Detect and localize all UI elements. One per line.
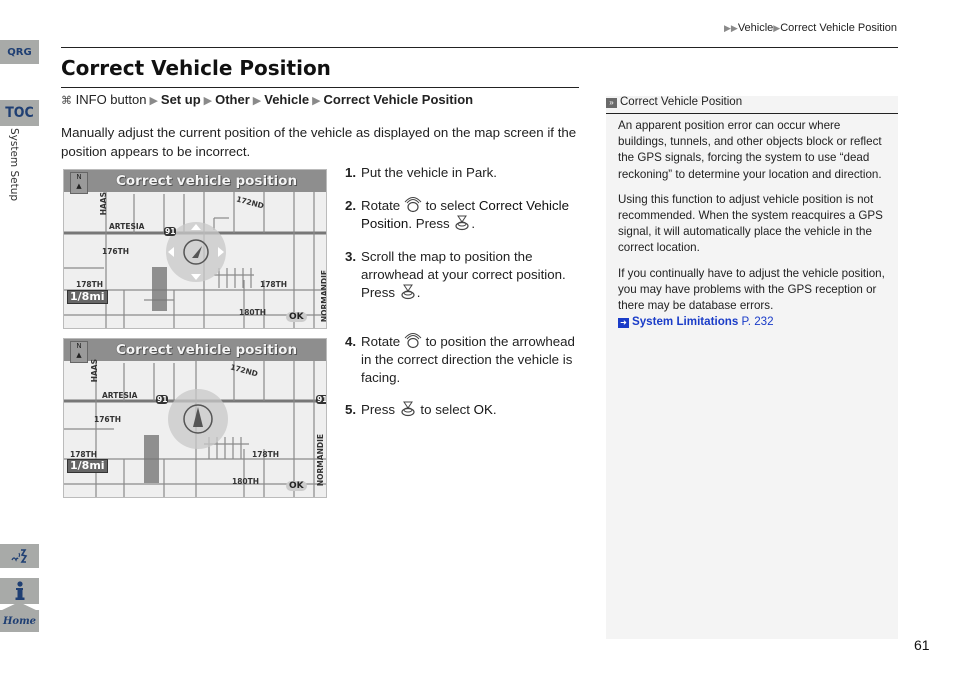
step-number: 3.: [345, 249, 357, 264]
info-tab[interactable]: [0, 578, 39, 604]
map-scale: 1/8mi: [67, 459, 108, 473]
map-street-label: 180TH: [232, 477, 260, 486]
path-arrow-icon: ▶: [203, 95, 213, 107]
title-rule: [61, 87, 579, 88]
step-text: .: [416, 285, 421, 300]
step-text: . Press: [408, 216, 450, 231]
north-compass-icon: N ▲: [70, 341, 88, 363]
toc-label: TOC: [5, 105, 34, 121]
step-text: .: [471, 216, 476, 231]
step-text: to select: [420, 402, 470, 417]
intro-text: Manually adjust the current position of …: [61, 125, 577, 159]
path-item: Vehicle: [264, 92, 310, 107]
interface-dial-rotate-icon: [404, 333, 422, 349]
header-rule: [61, 47, 898, 48]
step-text: .: [492, 402, 497, 417]
step-text: Rotate: [361, 198, 401, 213]
qrg-label: QRG: [7, 46, 32, 58]
route-shield-icon: 91: [156, 395, 169, 404]
step-1: 1. Put the vehicle in Park.: [345, 164, 585, 182]
note-paragraph: If you continually have to adjust the ve…: [618, 266, 885, 313]
home-icon: Home: [2, 615, 37, 627]
step-2: 2. Rotate to select Correct Vehicle Posi…: [345, 197, 585, 233]
map-title: Correct vehicle position: [64, 170, 326, 192]
menu-path: ⌘ INFO button ▶ Set up ▶ Other ▶ Vehicle ▶ Corre…: [61, 92, 473, 107]
voice-command-icon: [10, 549, 27, 563]
link-label: System Limitations: [632, 315, 739, 329]
interface-dial-press-icon: [455, 215, 470, 231]
info-button-icon: ⌘: [61, 95, 72, 107]
step-text: Press: [361, 402, 395, 417]
route-shield-icon: 91: [164, 227, 177, 236]
map-screenshot-rotate: Correct vehicle position N ▲ HAAS ARTESIA…: [63, 338, 327, 498]
note-marker-icon: »: [606, 98, 617, 108]
path-arrow-icon: ▶: [252, 95, 262, 107]
step-5: 5. Press to select OK.: [345, 401, 585, 419]
map-title: Correct vehicle position: [64, 339, 326, 361]
voice-command-tab[interactable]: [0, 544, 39, 568]
step-target: OK: [473, 402, 493, 417]
map-street-label: HAAS: [99, 192, 108, 216]
path-item: Set up: [160, 92, 201, 107]
path-arrow-icon: ▶: [149, 95, 158, 107]
step-number: 2.: [345, 198, 357, 213]
route-shield-icon: 91: [316, 395, 327, 404]
map-scale: 1/8mi: [67, 290, 108, 304]
map-screenshot-move: Correct vehicle position N ▲ HAAS ARTESIA…: [63, 169, 327, 329]
north-compass-icon: N ▲: [70, 172, 88, 194]
breadcrumb-item: Correct Vehicle Position: [780, 22, 897, 34]
toc-tab[interactable]: TOC: [0, 100, 39, 126]
home-tab[interactable]: Home: [0, 610, 39, 632]
map-street-label: 178TH: [70, 450, 98, 459]
page-number: 61: [914, 637, 930, 653]
interface-dial-press-icon: [401, 401, 415, 417]
section-label: System Setup: [8, 128, 20, 202]
side-note: » Correct Vehicle Position An apparent po…: [606, 96, 898, 639]
map-ok-button: OK: [286, 481, 307, 491]
map-street-label: 178TH: [260, 280, 288, 289]
map-street-label: ARTESIA: [109, 222, 145, 231]
interface-dial-rotate-icon: [404, 197, 422, 213]
breadcrumb-arrow-icon: ▶▶: [723, 23, 738, 33]
map-street-label: ARTESIA: [102, 391, 138, 400]
note-heading-text: Correct Vehicle Position: [620, 96, 743, 108]
map-ok-button: OK: [286, 312, 307, 322]
note-body: An apparent position error can occur whe…: [618, 118, 890, 330]
interface-dial-press-icon: [401, 284, 415, 300]
breadcrumb-item[interactable]: Vehicle: [738, 22, 773, 34]
note-paragraph: Using this function to adjust vehicle po…: [618, 192, 883, 255]
path-start: INFO button: [75, 92, 147, 107]
info-icon: [15, 581, 24, 600]
page-title: Correct Vehicle Position: [61, 56, 331, 80]
step-number: 1.: [345, 165, 357, 180]
qrg-tab[interactable]: QRG: [0, 40, 39, 64]
link-arrow-icon: ➜: [618, 318, 629, 329]
note-paragraph: An apparent position error can occur whe…: [618, 119, 882, 181]
step-text: Put the vehicle in Park.: [361, 165, 497, 180]
map-street-label: 180TH: [239, 308, 267, 317]
path-arrow-icon: ▶: [312, 95, 321, 107]
map-street-label: HAAS: [90, 359, 99, 383]
map-street-label: NORMANDIE: [320, 270, 327, 323]
map-street-label: 176TH: [102, 247, 130, 256]
map-street-label: NORMANDIE: [316, 434, 325, 487]
step-3: 3. Scroll the map to position the arrowh…: [345, 248, 585, 302]
note-heading: » Correct Vehicle Position: [606, 96, 898, 114]
map-street-label: 178TH: [76, 280, 104, 289]
system-limitations-link[interactable]: ➜ System Limitations P. 232: [618, 314, 890, 330]
step-text: Rotate: [361, 334, 401, 349]
map-street-label: 178TH: [252, 450, 280, 459]
step-text: to select: [425, 198, 476, 213]
step-text: Scroll the map to position the arrowhead…: [361, 249, 566, 300]
step-number: 4.: [345, 334, 357, 349]
step-number: 5.: [345, 402, 357, 417]
note-rule: [606, 113, 898, 114]
map-street-label: 176TH: [94, 415, 122, 424]
link-page: P. 232: [741, 315, 774, 329]
step-4: 4. Rotate to position the arrowhead in t…: [345, 333, 585, 387]
path-item: Correct Vehicle Position: [323, 92, 474, 107]
header-breadcrumb: ▶▶Vehicle▶Correct Vehicle Position: [724, 22, 897, 34]
path-item: Other: [215, 92, 250, 107]
